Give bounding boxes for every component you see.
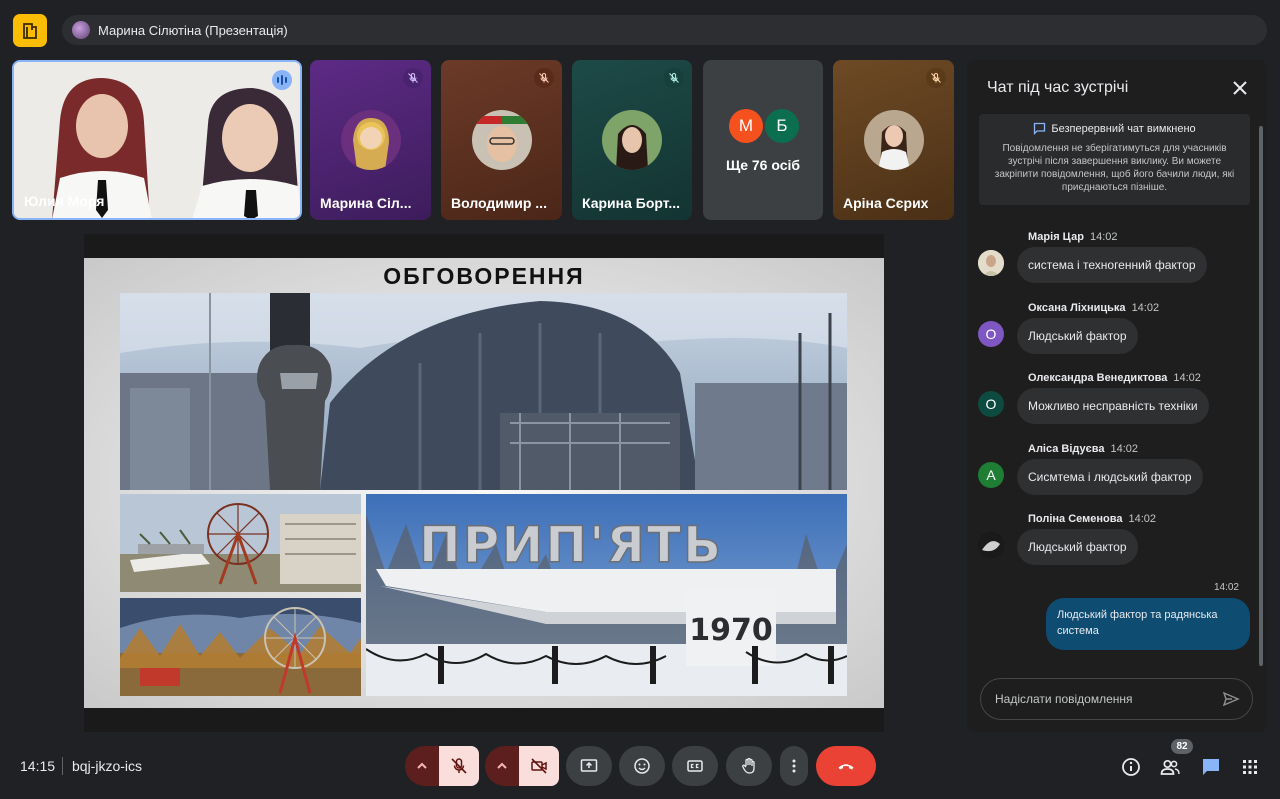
present-screen-button[interactable]	[566, 746, 612, 786]
presentation-slide: ОБГОВОРЕННЯ 1970 ПРИП'ЯТЬ	[84, 258, 884, 708]
avatar: Б	[765, 109, 799, 143]
divider	[62, 757, 63, 775]
people-count-badge: 82	[1171, 739, 1193, 754]
presenter-avatar	[72, 21, 90, 39]
more-participants-tile[interactable]: М Б Ще 76 осіб	[703, 60, 823, 220]
participant-tile[interactable]: Марина Сіл...	[310, 60, 431, 220]
info-icon[interactable]	[1120, 756, 1142, 778]
send-icon[interactable]	[1222, 690, 1240, 708]
leave-call-button[interactable]	[816, 746, 876, 786]
slide-photo-prypiat-letters: 1970 ПРИП'ЯТЬ	[366, 494, 847, 696]
avatar: А	[978, 462, 1004, 488]
hang-up-icon	[838, 764, 854, 770]
notice-body: Повідомлення не зберігатимуться для учас…	[994, 143, 1235, 193]
message-bubble: Сисмтема і людський фактор	[1017, 459, 1203, 495]
avatar	[978, 532, 1004, 558]
presentation-stage[interactable]: ОБГОВОРЕННЯ 1970 ПРИП'ЯТЬ	[84, 234, 884, 732]
message-bubble: Можливо несправність техніки	[1017, 388, 1209, 424]
chat-icon[interactable]	[1200, 756, 1222, 778]
avatar: О	[978, 321, 1004, 347]
slide-photo-sarcophagus	[120, 293, 847, 490]
microphone-toggle-button[interactable]	[439, 746, 479, 786]
chat-title: Чат під час зустрічі	[987, 79, 1129, 96]
notice-heading: Безперервний чат вимкнено	[1051, 122, 1196, 135]
own-message-time: 14:02	[1213, 582, 1239, 593]
avatar	[602, 110, 662, 170]
slide-title: ОБГОВОРЕННЯ	[383, 263, 585, 289]
emoji-icon	[634, 758, 650, 774]
own-message-bubble: Людський фактор та радянська система	[1046, 598, 1250, 650]
message-time: 14:02	[1173, 372, 1201, 384]
chat-message-input[interactable]: Надіслати повідомлення	[980, 678, 1253, 720]
message-time: 14:02	[1128, 513, 1157, 525]
avatar: М	[729, 109, 763, 143]
chat-input-placeholder: Надіслати повідомлення	[995, 692, 1133, 706]
participant-name: Юлия Моря	[24, 193, 105, 209]
message-bubble: система і техногенний фактор	[1017, 247, 1207, 283]
meet-logo-icon	[23, 22, 37, 39]
chat-panel: Чат під час зустрічі Безперервний чат ви…	[967, 60, 1267, 732]
avatar	[471, 110, 532, 170]
meeting-code: bqj-jkzo-ics	[72, 758, 143, 774]
message-sender: Олександра Венедиктова	[1028, 372, 1168, 384]
speaking-indicator-icon	[272, 70, 292, 90]
mic-off-icon	[403, 68, 423, 88]
more-participants-label: Ще 76 осіб	[725, 157, 801, 173]
captions-button[interactable]	[672, 746, 718, 786]
participant-tile[interactable]: Карина Борт...	[572, 60, 692, 220]
close-icon[interactable]	[1229, 77, 1251, 99]
avatar	[340, 110, 401, 170]
participant-name: Марина Сіл...	[320, 195, 412, 211]
message-sender: Поліна Семенова	[1028, 513, 1123, 525]
chat-bubble-icon	[1034, 122, 1046, 135]
app-logo[interactable]	[13, 14, 47, 47]
chevron-up-icon	[497, 762, 507, 769]
mic-off-icon	[664, 68, 684, 88]
sign-year: 1970	[689, 613, 773, 648]
presenter-label: Марина Сілютіна (Презентація)	[98, 22, 288, 38]
message-bubble: Людський фактор	[1017, 529, 1138, 565]
message-bubble: Людський фактор	[1017, 318, 1138, 354]
participant-tile[interactable]: Аріна Сєрих	[833, 60, 954, 220]
avatar	[863, 110, 924, 170]
participant-tile-video[interactable]: Юлия Моря	[12, 60, 302, 220]
message-time: 14:02	[1131, 302, 1160, 314]
present-screen-icon	[580, 759, 598, 772]
mic-off-icon	[534, 68, 554, 88]
reactions-button[interactable]	[619, 746, 665, 786]
more-options-button[interactable]	[780, 746, 808, 786]
slide-photo-prypiat-sign	[120, 494, 361, 592]
camera-toggle-button[interactable]	[519, 746, 559, 786]
clock: 14:15	[20, 758, 56, 774]
avatar: О	[978, 391, 1004, 417]
people-icon[interactable]	[1159, 756, 1181, 778]
avatar	[978, 250, 1004, 276]
participant-name: Аріна Сєрих	[843, 195, 929, 211]
message-sender: Марія Цар	[1028, 231, 1084, 243]
activities-icon[interactable]	[1239, 756, 1261, 778]
raise-hand-button[interactable]	[726, 746, 772, 786]
message-time: 14:02	[1110, 443, 1138, 455]
hand-icon	[742, 757, 755, 774]
chat-scrollbar[interactable]	[1259, 126, 1263, 666]
mic-off-icon	[926, 68, 946, 88]
message-sender: Оксана Ліхницька	[1028, 302, 1126, 314]
chevron-up-icon	[417, 762, 427, 769]
slide-photo-ferris-wheel	[120, 598, 361, 696]
video-options-button[interactable]	[485, 746, 519, 786]
message-time: 14:02	[1089, 231, 1118, 243]
presenter-bar[interactable]: Марина Сілютіна (Презентація)	[62, 15, 1267, 45]
message-sender: Аліса Відуєва	[1028, 443, 1105, 455]
captions-icon	[687, 760, 703, 772]
camera-off-icon	[531, 758, 547, 774]
participant-tile[interactable]: Володимир ...	[441, 60, 562, 220]
more-vert-icon	[792, 759, 796, 773]
audio-options-button[interactable]	[405, 746, 439, 786]
mic-off-icon	[451, 758, 467, 774]
participant-name: Володимир ...	[451, 195, 547, 211]
chat-notice: Безперервний чат вимкнено Повідомлення н…	[979, 114, 1250, 205]
participant-name: Карина Борт...	[582, 195, 681, 211]
sign-text: ПРИП'ЯТЬ	[419, 516, 723, 574]
